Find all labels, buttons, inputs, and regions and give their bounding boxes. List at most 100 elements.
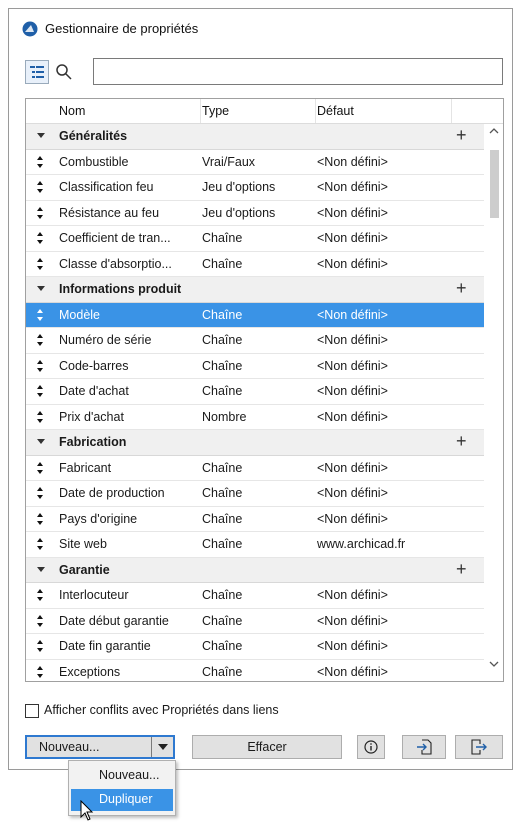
- property-name: Interlocuteur: [59, 588, 129, 602]
- search-input[interactable]: [93, 58, 503, 85]
- table-row[interactable]: Date d'achat Chaîne <Non défini>: [26, 379, 484, 405]
- drag-handle-icon[interactable]: [35, 384, 45, 398]
- property-default: www.archicad.fr: [317, 537, 406, 551]
- add-property-icon[interactable]: +: [456, 431, 467, 452]
- menu-item-new[interactable]: Nouveau...: [71, 765, 173, 787]
- table-row[interactable]: Coefficient de tran... Chaîne <Non défini>: [26, 226, 484, 252]
- property-default: <Non défini>: [317, 613, 388, 628]
- add-property-icon[interactable]: +: [456, 125, 467, 146]
- property-type: Vrai/Faux: [202, 154, 256, 169]
- scroll-up-icon[interactable]: [489, 127, 499, 135]
- property-type: Chaîne: [202, 664, 243, 679]
- property-type: Chaîne: [202, 460, 243, 475]
- group-row[interactable]: Généralités +: [26, 124, 484, 150]
- group-row[interactable]: Fabrication +: [26, 430, 484, 456]
- new-button[interactable]: Nouveau...: [25, 735, 175, 759]
- chevron-down-icon: [157, 744, 168, 750]
- table-body: Généralités + Combustible Vrai/Faux <Non déf…: [26, 124, 484, 682]
- add-property-icon[interactable]: +: [456, 278, 467, 299]
- add-property-icon[interactable]: +: [456, 559, 467, 580]
- table-row[interactable]: Code-barres Chaîne <Non défini>: [26, 354, 484, 379]
- property-default: <Non défini>: [317, 409, 388, 424]
- collapse-caret-icon[interactable]: [37, 439, 45, 444]
- group-row[interactable]: Informations produit +: [26, 277, 484, 303]
- table-row[interactable]: Classification feu Jeu d'options <Non défi…: [26, 175, 484, 201]
- table-row[interactable]: Fabricant Chaîne <Non défini>: [26, 456, 484, 481]
- drag-handle-icon[interactable]: [35, 180, 45, 194]
- scroll-down-icon[interactable]: [489, 660, 499, 668]
- property-type: Chaîne: [202, 307, 243, 322]
- group-label: Garantie: [59, 562, 110, 577]
- property-default: <Non défini>: [317, 588, 388, 602]
- property-default: <Non défini>: [317, 460, 388, 475]
- drag-handle-icon[interactable]: [35, 206, 45, 220]
- table-row[interactable]: Résistance au feu Jeu d'options <Non défin…: [26, 201, 484, 226]
- table-row[interactable]: Site web Chaîne www.archicad.fr: [26, 532, 484, 558]
- column-divider[interactable]: [200, 99, 201, 123]
- table-row[interactable]: Combustible Vrai/Faux <Non défini>: [26, 150, 484, 175]
- property-default: <Non défini>: [317, 231, 388, 245]
- vertical-scrollbar[interactable]: [484, 124, 503, 681]
- tree-view-button[interactable]: [25, 60, 49, 84]
- property-name: Coefficient de tran...: [59, 231, 171, 245]
- group-label: Généralités: [59, 129, 128, 143]
- collapse-caret-icon[interactable]: [37, 566, 45, 572]
- search-icon[interactable]: [55, 63, 73, 81]
- column-divider[interactable]: [451, 99, 452, 123]
- property-type: Chaîne: [202, 333, 243, 347]
- scrollbar-thumb[interactable]: [490, 150, 499, 218]
- table-row[interactable]: Exceptions Chaîne <Non défini>: [26, 660, 484, 682]
- collapse-caret-icon[interactable]: [37, 133, 45, 138]
- property-name: Modèle: [59, 307, 100, 322]
- property-type: Chaîne: [202, 486, 243, 500]
- import-button[interactable]: [402, 735, 446, 759]
- table-row[interactable]: Date fin garantie Chaîne <Non défini>: [26, 634, 484, 660]
- drag-handle-icon[interactable]: [35, 461, 45, 475]
- drag-handle-icon[interactable]: [35, 410, 45, 424]
- conflicts-checkbox[interactable]: [25, 704, 39, 718]
- info-button[interactable]: [357, 735, 385, 759]
- drag-handle-icon[interactable]: [35, 359, 45, 373]
- drag-handle-icon[interactable]: [35, 231, 45, 245]
- table-row[interactable]: Modèle Chaîne <Non défini>: [26, 302, 484, 328]
- group-label: Informations produit: [59, 282, 182, 296]
- drag-handle-icon[interactable]: [35, 486, 45, 500]
- table-row[interactable]: Prix d'achat Nombre <Non défini>: [26, 405, 484, 430]
- table-row[interactable]: Pays d'origine Chaîne <Non défini>: [26, 507, 484, 532]
- drag-handle-icon[interactable]: [35, 588, 45, 602]
- column-header-default[interactable]: Défaut: [317, 104, 354, 118]
- new-dropdown-toggle[interactable]: [151, 737, 173, 757]
- group-row[interactable]: Garantie +: [26, 557, 484, 583]
- table-header: Nom Type Défaut: [26, 99, 503, 124]
- table-row[interactable]: Date de production Chaîne <Non défini>: [26, 481, 484, 507]
- table-row[interactable]: Classe d'absorptio... Chaîne <Non défini>: [26, 252, 484, 277]
- drag-handle-icon[interactable]: [35, 512, 45, 526]
- table-row[interactable]: Interlocuteur Chaîne <Non défini>: [26, 583, 484, 609]
- table-row[interactable]: Numéro de série Chaîne <Non défini>: [26, 328, 484, 354]
- conflicts-label[interactable]: Afficher conflits avec Propriétés dans l…: [44, 703, 279, 717]
- drag-handle-icon[interactable]: [35, 155, 45, 169]
- property-name: Résistance au feu: [59, 205, 160, 220]
- drag-handle-icon[interactable]: [35, 614, 45, 628]
- property-type: Jeu d'options: [202, 180, 276, 194]
- property-default: <Non défini>: [317, 384, 388, 398]
- column-divider[interactable]: [315, 99, 316, 123]
- property-name: Classe d'absorptio...: [59, 256, 172, 271]
- property-type: Chaîne: [202, 511, 243, 526]
- collapse-caret-icon[interactable]: [37, 286, 45, 291]
- table-row[interactable]: Date début garantie Chaîne <Non défini>: [26, 609, 484, 634]
- column-header-name[interactable]: Nom: [59, 104, 85, 118]
- column-header-type[interactable]: Type: [202, 104, 229, 118]
- drag-handle-icon[interactable]: [35, 537, 45, 551]
- drag-handle-icon[interactable]: [35, 665, 45, 679]
- export-button[interactable]: [455, 735, 503, 759]
- clear-button[interactable]: Effacer: [192, 735, 342, 759]
- property-name: Date d'achat: [59, 384, 129, 398]
- drag-handle-icon[interactable]: [35, 333, 45, 347]
- property-default: <Non défini>: [317, 205, 388, 220]
- drag-handle-icon[interactable]: [35, 257, 45, 271]
- property-name: Site web: [59, 537, 107, 551]
- drag-handle-icon[interactable]: [35, 308, 45, 322]
- property-name: Fabricant: [59, 460, 112, 475]
- drag-handle-icon[interactable]: [35, 639, 45, 653]
